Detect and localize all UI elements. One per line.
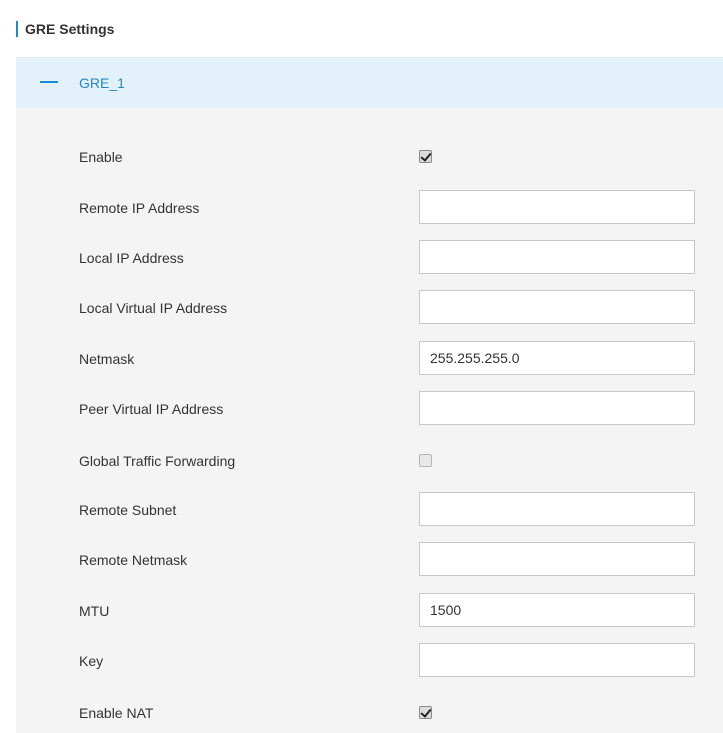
netmask-input[interactable] (419, 341, 695, 375)
remote-netmask-row: Remote Netmask (16, 542, 723, 578)
mtu-row: MTU (16, 593, 723, 629)
global-traffic-forwarding-checkbox[interactable] (419, 454, 432, 467)
remote-subnet-input[interactable] (419, 492, 695, 526)
enable-checkbox[interactable] (419, 150, 432, 163)
enable-row: Enable (16, 139, 723, 175)
netmask-label: Netmask (79, 351, 135, 367)
checkmark-icon (420, 150, 432, 162)
checkmark-icon (420, 706, 432, 718)
peer-virtual-ip-row: Peer Virtual IP Address (16, 391, 723, 427)
enable-nat-checkbox[interactable] (419, 706, 432, 719)
local-ip-input[interactable] (419, 240, 695, 274)
remote-netmask-label: Remote Netmask (79, 552, 188, 568)
key-input[interactable] (419, 643, 695, 677)
local-ip-row: Local IP Address (16, 240, 723, 276)
local-virtual-ip-input[interactable] (419, 290, 695, 324)
remote-netmask-input[interactable] (419, 542, 695, 576)
global-traffic-forwarding-row: Global Traffic Forwarding (16, 443, 723, 479)
peer-virtual-ip-label: Peer Virtual IP Address (79, 401, 224, 417)
section-title: GRE Settings (25, 21, 115, 37)
section-accent-bar (16, 21, 18, 37)
key-label: Key (79, 653, 104, 669)
section-header: GRE Settings (0, 0, 723, 57)
netmask-row: Netmask (16, 341, 723, 377)
mtu-input[interactable] (419, 593, 695, 627)
local-ip-label: Local IP Address (79, 250, 184, 266)
local-virtual-ip-row: Local Virtual IP Address (16, 290, 723, 326)
local-virtual-ip-label: Local Virtual IP Address (79, 300, 228, 316)
peer-virtual-ip-input[interactable] (419, 391, 695, 425)
gre-panel: GRE_1 Enable Remote IP Address Local IP … (16, 57, 723, 733)
enable-nat-row: Enable NAT (16, 695, 723, 731)
remote-ip-row: Remote IP Address (16, 190, 723, 226)
enable-label: Enable (79, 149, 123, 165)
remote-subnet-label: Remote Subnet (79, 502, 177, 518)
mtu-label: MTU (79, 603, 110, 619)
remote-ip-input[interactable] (419, 190, 695, 224)
key-row: Key (16, 643, 723, 679)
gre-panel-toggle[interactable]: GRE_1 (16, 57, 723, 108)
remote-subnet-row: Remote Subnet (16, 492, 723, 528)
gre-panel-title: GRE_1 (79, 75, 125, 91)
global-traffic-forwarding-label: Global Traffic Forwarding (79, 453, 236, 469)
minus-icon[interactable] (40, 81, 58, 83)
remote-ip-label: Remote IP Address (79, 200, 200, 216)
enable-nat-label: Enable NAT (79, 705, 154, 721)
